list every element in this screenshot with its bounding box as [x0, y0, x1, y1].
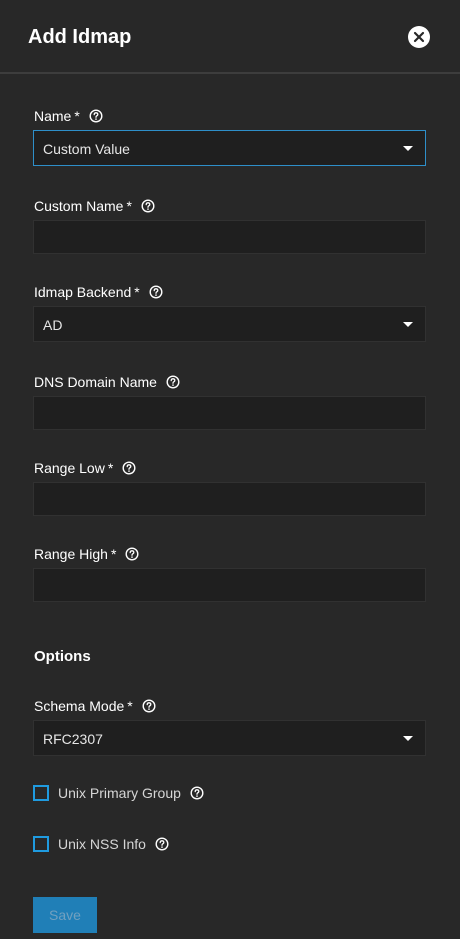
idmap-backend-label: Idmap Backend * [34, 284, 163, 300]
unix-nss-info-checkbox[interactable] [33, 836, 49, 852]
range-low-input[interactable] [34, 483, 425, 515]
dialog-header: Add Idmap [0, 0, 460, 74]
dns-domain-name-label: DNS Domain Name [34, 374, 180, 390]
required-marker: * [126, 198, 132, 214]
required-marker: * [134, 284, 140, 300]
name-label: Name * [34, 108, 103, 124]
chevron-down-icon [403, 736, 413, 741]
help-icon[interactable] [149, 285, 163, 299]
help-icon[interactable] [190, 786, 204, 800]
save-button[interactable]: Save [33, 897, 97, 933]
dialog-title: Add Idmap [28, 26, 132, 48]
custom-name-input[interactable] [34, 221, 425, 253]
custom-name-label: Custom Name * [34, 198, 155, 214]
close-icon [413, 31, 425, 43]
help-icon[interactable] [89, 109, 103, 123]
required-marker: * [107, 460, 114, 476]
range-high-label: Range High * [34, 546, 139, 562]
range-high-input-wrapper [33, 568, 426, 602]
name-select-value: Custom Value [43, 141, 130, 157]
help-icon[interactable] [155, 837, 169, 851]
range-high-input[interactable] [34, 569, 425, 601]
required-marker: * [127, 698, 133, 714]
range-low-label-text: Range Low [34, 460, 105, 476]
close-button[interactable] [408, 26, 430, 48]
help-icon[interactable] [122, 461, 136, 475]
chevron-down-icon [403, 146, 413, 151]
custom-name-label-text: Custom Name [34, 198, 124, 214]
unix-nss-info-row[interactable]: Unix NSS Info [33, 836, 169, 852]
name-select[interactable]: Custom Value [33, 130, 426, 166]
unix-primary-group-row[interactable]: Unix Primary Group [33, 785, 204, 801]
help-icon[interactable] [141, 199, 155, 213]
dns-domain-name-input-wrapper [33, 396, 426, 430]
unix-primary-group-checkbox[interactable] [33, 785, 49, 801]
range-high-label-text: Range High [34, 546, 108, 562]
name-label-text: Name [34, 108, 72, 124]
required-marker: * [74, 108, 80, 124]
required-marker: * [110, 546, 117, 562]
idmap-backend-label-text: Idmap Backend [34, 284, 132, 300]
options-section-title: Options [34, 648, 91, 665]
help-icon[interactable] [166, 375, 180, 389]
dns-domain-name-label-text: DNS Domain Name [34, 374, 157, 390]
schema-mode-label: Schema Mode * [34, 698, 156, 714]
idmap-backend-select[interactable]: AD [33, 306, 426, 342]
schema-mode-select[interactable]: RFC2307 [33, 720, 426, 756]
unix-primary-group-label: Unix Primary Group [58, 785, 181, 801]
range-low-input-wrapper [33, 482, 426, 516]
unix-nss-info-label: Unix NSS Info [58, 836, 146, 852]
range-low-label: Range Low * [34, 460, 136, 476]
schema-mode-select-value: RFC2307 [43, 731, 103, 747]
help-icon[interactable] [125, 547, 139, 561]
schema-mode-label-text: Schema Mode [34, 698, 125, 714]
chevron-down-icon [403, 322, 413, 327]
idmap-backend-select-value: AD [43, 317, 63, 333]
dns-domain-name-input[interactable] [34, 397, 425, 429]
custom-name-input-wrapper [33, 220, 426, 254]
help-icon[interactable] [142, 699, 156, 713]
